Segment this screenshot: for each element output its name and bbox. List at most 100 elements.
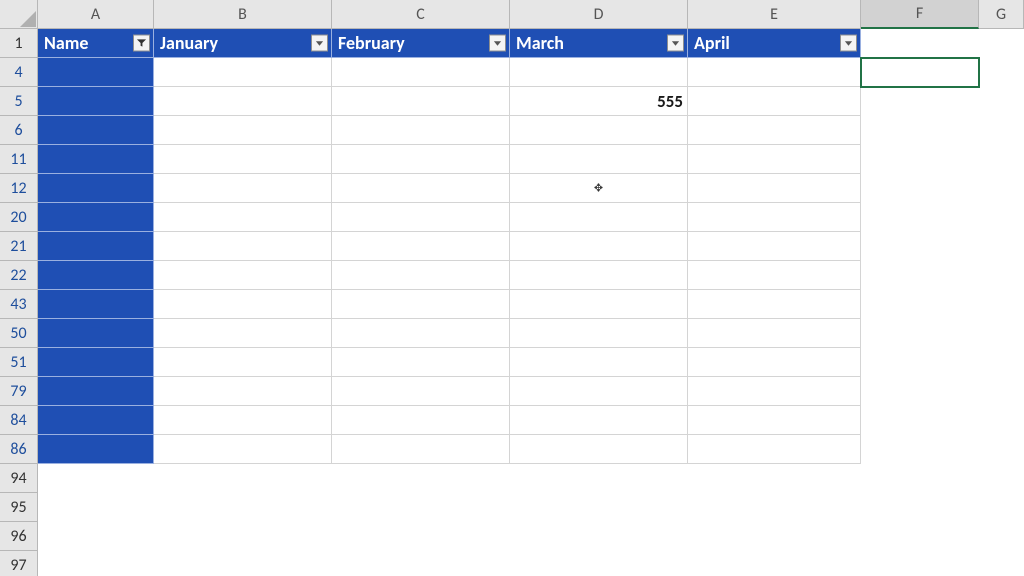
cell-b22[interactable]	[154, 261, 332, 290]
cell-a6[interactable]	[38, 116, 154, 145]
cell-d97[interactable]	[510, 551, 688, 576]
cell-g94[interactable]	[979, 464, 1024, 493]
cell-e11[interactable]	[688, 145, 861, 174]
cell-f50[interactable]	[861, 319, 979, 348]
row-header-86[interactable]: 86	[0, 435, 38, 464]
cell-g84[interactable]	[979, 406, 1024, 435]
cell-a51[interactable]	[38, 348, 154, 377]
row-header-51[interactable]: 51	[0, 348, 38, 377]
cell-b50[interactable]	[154, 319, 332, 348]
cell-b95[interactable]	[154, 493, 332, 522]
cell-c97[interactable]	[332, 551, 510, 576]
cell-d86[interactable]	[510, 435, 688, 464]
cell-f20[interactable]	[861, 203, 979, 232]
select-all-corner[interactable]	[0, 0, 38, 29]
cell-b21[interactable]	[154, 232, 332, 261]
cell-a50[interactable]	[38, 319, 154, 348]
cell-e84[interactable]	[688, 406, 861, 435]
cell-c12[interactable]	[332, 174, 510, 203]
cell-e79[interactable]	[688, 377, 861, 406]
cell-e6[interactable]	[688, 116, 861, 145]
filter-active-icon[interactable]	[133, 35, 150, 52]
row-header-43[interactable]: 43	[0, 290, 38, 319]
row-header-95[interactable]: 95	[0, 493, 38, 522]
cell-e94[interactable]	[688, 464, 861, 493]
cell-a79[interactable]	[38, 377, 154, 406]
table-header-march[interactable]: March	[510, 29, 688, 58]
cell-g22[interactable]	[979, 261, 1024, 290]
row-header-4[interactable]: 4	[0, 58, 38, 87]
cell-e50[interactable]	[688, 319, 861, 348]
cell-a43[interactable]	[38, 290, 154, 319]
cell-f12[interactable]	[861, 174, 979, 203]
cell-e21[interactable]	[688, 232, 861, 261]
cell-a94[interactable]	[38, 464, 154, 493]
cell-g50[interactable]	[979, 319, 1024, 348]
cell-e4[interactable]	[688, 58, 861, 87]
cell-c95[interactable]	[332, 493, 510, 522]
row-header-79[interactable]: 79	[0, 377, 38, 406]
cell-f11[interactable]	[861, 145, 979, 174]
cell-d11[interactable]	[510, 145, 688, 174]
cell-d50[interactable]	[510, 319, 688, 348]
cell-c22[interactable]	[332, 261, 510, 290]
cell-f4[interactable]	[861, 58, 979, 87]
cell-f96[interactable]	[861, 522, 979, 551]
cell-a95[interactable]	[38, 493, 154, 522]
cell-g6[interactable]	[979, 116, 1024, 145]
filter-dropdown-icon[interactable]	[489, 35, 506, 52]
cell-b96[interactable]	[154, 522, 332, 551]
row-header-12[interactable]: 12	[0, 174, 38, 203]
row-header-50[interactable]: 50	[0, 319, 38, 348]
cell-b86[interactable]	[154, 435, 332, 464]
cell-f84[interactable]	[861, 406, 979, 435]
row-header-84[interactable]: 84	[0, 406, 38, 435]
cell-c86[interactable]	[332, 435, 510, 464]
cell-b97[interactable]	[154, 551, 332, 576]
cell-a22[interactable]	[38, 261, 154, 290]
row-header-11[interactable]: 11	[0, 145, 38, 174]
column-header-e[interactable]: E	[688, 0, 861, 29]
table-header-april[interactable]: April	[688, 29, 861, 58]
cell-e12[interactable]	[688, 174, 861, 203]
cell-d43[interactable]	[510, 290, 688, 319]
column-header-a[interactable]: A	[38, 0, 154, 29]
table-header-name[interactable]: Name	[38, 29, 154, 58]
column-header-f[interactable]: F	[861, 0, 979, 29]
column-header-g[interactable]: G	[979, 0, 1024, 29]
row-header-94[interactable]: 94	[0, 464, 38, 493]
cell-c51[interactable]	[332, 348, 510, 377]
cell-b5[interactable]	[154, 87, 332, 116]
cell-e20[interactable]	[688, 203, 861, 232]
cell-d20[interactable]	[510, 203, 688, 232]
cell-e86[interactable]	[688, 435, 861, 464]
filter-dropdown-icon[interactable]	[667, 35, 684, 52]
cell-c4[interactable]	[332, 58, 510, 87]
column-header-b[interactable]: B	[154, 0, 332, 29]
cell-f51[interactable]	[861, 348, 979, 377]
cell-b84[interactable]	[154, 406, 332, 435]
cell-f22[interactable]	[861, 261, 979, 290]
cell-g86[interactable]	[979, 435, 1024, 464]
cell-b12[interactable]	[154, 174, 332, 203]
cell-c94[interactable]	[332, 464, 510, 493]
cell-e22[interactable]	[688, 261, 861, 290]
column-header-c[interactable]: C	[332, 0, 510, 29]
cell-f94[interactable]	[861, 464, 979, 493]
cell-g51[interactable]	[979, 348, 1024, 377]
filter-dropdown-icon[interactable]	[311, 35, 328, 52]
cell-g5[interactable]	[979, 87, 1024, 116]
cell-F1[interactable]	[861, 29, 979, 58]
cell-c20[interactable]	[332, 203, 510, 232]
cell-d4[interactable]	[510, 58, 688, 87]
cell-d5[interactable]: 555	[510, 87, 688, 116]
cell-a86[interactable]	[38, 435, 154, 464]
cell-g43[interactable]	[979, 290, 1024, 319]
cell-a12[interactable]	[38, 174, 154, 203]
cell-c96[interactable]	[332, 522, 510, 551]
cell-a97[interactable]	[38, 551, 154, 576]
cell-c84[interactable]	[332, 406, 510, 435]
row-header-1[interactable]: 1	[0, 29, 38, 58]
cell-g11[interactable]	[979, 145, 1024, 174]
cell-f97[interactable]	[861, 551, 979, 576]
